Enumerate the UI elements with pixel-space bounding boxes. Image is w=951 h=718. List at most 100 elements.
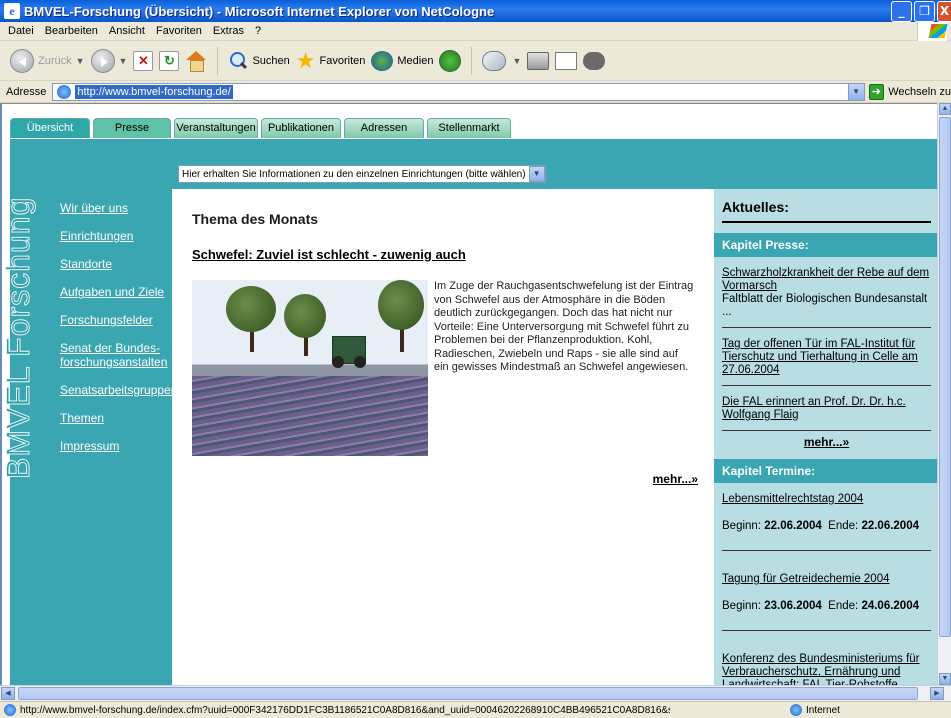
press-more-link[interactable]: mehr...» bbox=[722, 435, 931, 449]
toolbar-separator bbox=[471, 46, 473, 75]
scrollbar-thumb[interactable] bbox=[939, 117, 951, 637]
forward-button[interactable]: ▼ bbox=[90, 48, 128, 73]
search-label: Suchen bbox=[252, 54, 290, 67]
zone-label: Internet bbox=[806, 704, 840, 716]
go-button[interactable]: Wechseln zu bbox=[888, 86, 951, 98]
tab-presse[interactable]: Presse bbox=[93, 118, 171, 138]
list-item: Die FAL erinnert an Prof. Dr. Dr. h.c. W… bbox=[722, 396, 931, 430]
globe-icon bbox=[790, 704, 802, 716]
article-more-link[interactable]: mehr...» bbox=[653, 472, 698, 486]
institution-select-value: Hier erhalten Sie Informationen zu den e… bbox=[182, 168, 526, 180]
scrollbar-thumb[interactable] bbox=[18, 687, 918, 700]
mail-icon[interactable] bbox=[482, 50, 507, 71]
scroll-down-icon[interactable]: ▼ bbox=[939, 673, 951, 685]
chevron-down-icon[interactable]: ▼ bbox=[119, 56, 128, 66]
menu-help[interactable]: ? bbox=[255, 25, 261, 37]
article-text: Im Zuge der Rauchgasentschwefelung ist d… bbox=[434, 280, 694, 373]
nav-forschungsfelder[interactable]: Forschungsfelder bbox=[60, 313, 177, 327]
tab-stellenmarkt[interactable]: Stellenmarkt bbox=[427, 118, 511, 138]
press-heading: Kapitel Presse: bbox=[714, 233, 939, 257]
section-title: Thema des Monats bbox=[192, 211, 319, 227]
scroll-right-icon[interactable]: ▶ bbox=[930, 687, 944, 700]
home-icon[interactable] bbox=[185, 50, 207, 72]
toolbar-separator bbox=[217, 46, 219, 75]
media-label: Medien bbox=[397, 54, 434, 67]
tab-uebersicht[interactable]: Übersicht bbox=[10, 118, 90, 138]
go-arrow-icon[interactable]: ➔ bbox=[868, 83, 885, 100]
ie-icon: e bbox=[4, 3, 20, 19]
term-link[interactable]: Lebensmittelrechtstag 2004 bbox=[722, 493, 931, 506]
security-zone: Internet bbox=[790, 704, 840, 716]
menu-bearbeiten[interactable]: Bearbeiten bbox=[45, 25, 98, 37]
scroll-up-icon[interactable]: ▲ bbox=[939, 103, 951, 115]
nav-senat[interactable]: Senat der Bundes-forschungsanstalten bbox=[60, 341, 170, 369]
refresh-icon[interactable]: ↻ bbox=[159, 50, 180, 71]
window-titlebar[interactable]: e BMVEL-Forschung (Übersicht) - Microsof… bbox=[0, 0, 951, 22]
news-sidebar: Aktuelles: Kapitel Presse: Schwarzholzkr… bbox=[714, 189, 939, 686]
media-button[interactable]: Medien bbox=[371, 50, 434, 71]
menu-favoriten[interactable]: Favoriten bbox=[156, 25, 202, 37]
page-viewport: Übersicht Presse Veranstaltungen Publika… bbox=[0, 103, 951, 686]
tab-adressen[interactable]: Adressen bbox=[344, 118, 424, 138]
nav-themen[interactable]: Themen bbox=[60, 411, 177, 425]
scroll-left-icon[interactable]: ◀ bbox=[1, 687, 15, 700]
maximize-button[interactable]: ❐ bbox=[914, 1, 935, 22]
page-icon bbox=[57, 84, 72, 99]
nav-aufgaben[interactable]: Aufgaben und Ziele bbox=[60, 285, 177, 299]
term-link[interactable]: Tagung für Getreidechemie 2004 bbox=[722, 573, 931, 586]
chevron-down-icon[interactable]: ▼ bbox=[847, 83, 864, 100]
search-button[interactable]: Suchen bbox=[228, 51, 290, 71]
menu-ansicht[interactable]: Ansicht bbox=[109, 25, 145, 37]
favorites-button[interactable]: ★ Favoriten bbox=[296, 49, 366, 71]
close-button[interactable]: X bbox=[937, 1, 951, 22]
minimize-button[interactable]: _ bbox=[891, 1, 912, 22]
nav-wir-ueber-uns[interactable]: Wir über uns bbox=[60, 201, 177, 215]
windows-logo-icon bbox=[917, 22, 948, 41]
print-icon[interactable] bbox=[527, 51, 550, 70]
tab-publikationen[interactable]: Publikationen bbox=[261, 118, 341, 138]
site-tabs: Übersicht Presse Veranstaltungen Publika… bbox=[10, 118, 511, 138]
edit-icon[interactable] bbox=[555, 51, 578, 70]
press-desc: Faltblatt der Biologischen Bundesanstalt… bbox=[722, 293, 928, 318]
back-button[interactable]: Zurück ▼ bbox=[10, 48, 85, 73]
chevron-down-icon[interactable]: ▼ bbox=[528, 166, 545, 182]
list-item: Tag der offenen Tür im FAL-Institut für … bbox=[722, 338, 931, 386]
menu-extras[interactable]: Extras bbox=[213, 25, 244, 37]
favorites-label: Favoriten bbox=[319, 54, 366, 67]
status-bar: http://www.bmvel-forschung.de/index.cfm?… bbox=[0, 701, 951, 718]
window-title: BMVEL-Forschung (Übersicht) - Microsoft … bbox=[24, 3, 495, 19]
article-title-link[interactable]: Schwefel: Zuviel ist schlecht - zuwenig … bbox=[192, 247, 694, 262]
nav-senatsarbeitsgruppen[interactable]: Senatsarbeitsgruppen bbox=[60, 383, 177, 397]
menu-datei[interactable]: Datei bbox=[8, 25, 34, 37]
history-icon[interactable] bbox=[439, 49, 462, 72]
forward-arrow-icon bbox=[90, 48, 115, 73]
press-link[interactable]: Schwarzholzkrankheit der Rebe auf dem Vo… bbox=[722, 267, 931, 293]
side-nav: Wir über uns Einrichtungen Standorte Auf… bbox=[60, 201, 177, 467]
nav-impressum[interactable]: Impressum bbox=[60, 439, 177, 453]
press-link[interactable]: Tag der offenen Tür im FAL-Institut für … bbox=[722, 338, 931, 377]
institution-select[interactable]: Hier erhalten Sie Informationen zu den e… bbox=[178, 165, 546, 183]
list-item: Tagung für Getreidechemie 2004 Beginn: 2… bbox=[722, 573, 931, 631]
stop-icon[interactable]: ✕ bbox=[133, 50, 154, 71]
press-list: Schwarzholzkrankheit der Rebe auf dem Vo… bbox=[722, 267, 931, 449]
horizontal-scrollbar[interactable]: ◀ ▶ bbox=[0, 685, 951, 701]
article-photo bbox=[192, 280, 428, 456]
address-url[interactable]: http://www.bmvel-forschung.de/ bbox=[75, 84, 233, 99]
page-icon bbox=[4, 704, 16, 716]
messenger-icon[interactable] bbox=[583, 51, 606, 70]
address-input[interactable]: http://www.bmvel-forschung.de/ ▼ bbox=[52, 82, 865, 101]
news-title: Aktuelles: bbox=[722, 189, 931, 223]
menu-bar: Datei Bearbeiten Ansicht Favoriten Extra… bbox=[0, 22, 951, 41]
chevron-down-icon[interactable]: ▼ bbox=[512, 56, 521, 66]
term-link[interactable]: Konferenz des Bundesministeriums für Ver… bbox=[722, 653, 931, 686]
toolbar: Zurück ▼ ▼ ✕ ↻ Suchen ★ Favoriten Medien… bbox=[0, 41, 951, 81]
list-item: Lebensmittelrechtstag 2004 Beginn: 22.06… bbox=[722, 493, 931, 551]
tab-veranstaltungen[interactable]: Veranstaltungen bbox=[174, 118, 258, 138]
terms-list: Lebensmittelrechtstag 2004 Beginn: 22.06… bbox=[722, 493, 931, 686]
address-label: Adresse bbox=[6, 85, 47, 98]
nav-einrichtungen[interactable]: Einrichtungen bbox=[60, 229, 177, 243]
vertical-scrollbar[interactable]: ▲ ▼ bbox=[937, 103, 951, 685]
press-link[interactable]: Die FAL erinnert an Prof. Dr. Dr. h.c. W… bbox=[722, 396, 931, 422]
chevron-down-icon[interactable]: ▼ bbox=[76, 56, 85, 66]
nav-standorte[interactable]: Standorte bbox=[60, 257, 177, 271]
